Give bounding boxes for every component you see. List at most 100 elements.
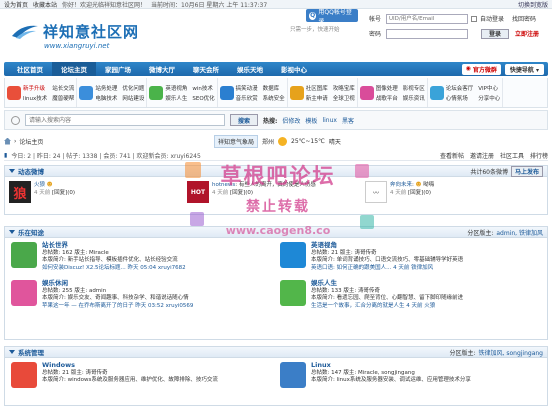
quick-nav-button[interactable]: 快捷导航 ▾ [504, 63, 544, 75]
search-button[interactable]: 搜索 [230, 114, 258, 126]
subnav-link[interactable]: 全球卫视 [333, 94, 355, 102]
post-weibo-button[interactable]: 马上发布 [510, 165, 543, 177]
avatar[interactable]: 狼 [9, 181, 31, 203]
nav-entertain[interactable]: 娱乐天地 [228, 62, 272, 76]
invite-link[interactable]: 邀请注册 [470, 151, 494, 160]
weibo-item[interactable]: 〰 奔向未来: ☻ 呦嗨 4 天前 [回复](0) [365, 181, 535, 203]
weibo-group-button[interactable]: ◉ 官方微群 [461, 63, 501, 75]
subnav-link[interactable]: 娱乐资讯 [403, 94, 425, 102]
forum-item[interactable]: 站长世界 总帖数: 162 版主: Miracle 本版简介: 新手站长指导、模板插… [11, 241, 272, 273]
weibo-author[interactable]: hotnews [212, 182, 235, 188]
subnav-link[interactable]: 心情氛场 [446, 94, 474, 102]
subnav-link[interactable]: 攻略宝库 [333, 84, 355, 92]
forum-name[interactable]: 站长世界 [42, 241, 186, 250]
reply-link[interactable]: [回复](0) [408, 190, 431, 196]
forum-name[interactable]: Windows [42, 361, 218, 370]
switch-wide-link[interactable]: 切换到宽版 [518, 0, 548, 9]
forum-name[interactable]: 娱乐休闲 [42, 279, 193, 288]
forum-icon[interactable] [11, 242, 37, 268]
nav-video[interactable]: 影视中心 [272, 62, 316, 76]
subnav-link[interactable]: 图像处理 [376, 84, 398, 92]
forum-name[interactable]: Linux [311, 361, 471, 370]
forum-icon[interactable] [11, 362, 37, 388]
home-icon[interactable] [4, 137, 11, 145]
subnav-link[interactable]: 新主申请 [306, 94, 328, 102]
moderators-link[interactable]: admin, 铁律加风 [496, 228, 543, 237]
reply-link[interactable]: [回复](0) [230, 190, 253, 196]
forum-latest-post[interactable]: 如何安装Discuz! X2.5论坛标题... 昨天 05:04 xruyi76… [42, 265, 186, 273]
weibo-item[interactable]: 狼 火狼 ☻ 4 天前 [回复](0) [9, 181, 179, 203]
subnav-link[interactable]: 电脑技术 [95, 94, 117, 102]
subnav-link[interactable]: 分享中心 [478, 94, 500, 102]
avatar[interactable]: 〰 [365, 181, 387, 203]
forum-name[interactable]: 英语视角 [311, 241, 463, 250]
subnav-link[interactable]: 音乐欣赏 [236, 94, 258, 102]
nav-square[interactable]: 家园广场 [96, 62, 140, 76]
hot-search-link[interactable]: 模板 [305, 116, 317, 125]
subnav-link[interactable]: SEO优化 [192, 94, 214, 102]
subnav-link[interactable]: 网站建设 [122, 94, 144, 102]
collapse-icon[interactable] [9, 230, 15, 234]
forum-icon[interactable] [11, 280, 37, 306]
forum-icon[interactable] [280, 280, 306, 306]
forum-item[interactable]: 娱乐休闲 总帖数: 255 版主: admin 本版简介: 娱乐交友、奇闻趣事、科技… [11, 279, 272, 311]
subnav-link[interactable]: 新手升级 [23, 84, 47, 92]
weibo-author[interactable]: 火狼 [34, 182, 45, 188]
forum-latest-post[interactable]: 英语口语: 如何正确的跟美国人... 4 天前 铁律加风 [311, 265, 463, 273]
new-posts-link[interactable]: 查看新帖 [440, 151, 464, 160]
subnav-link[interactable]: 搞笑动漫 [236, 84, 258, 92]
ranking-link[interactable]: 排行榜 [530, 151, 548, 160]
subnav-link[interactable]: 系统安全 [263, 94, 285, 102]
forum-name[interactable]: 娱乐人生 [311, 279, 463, 288]
avatar[interactable]: HOT [187, 181, 209, 203]
nav-chat[interactable]: 聊天会所 [184, 62, 228, 76]
breadcrumb-forum[interactable]: 论坛主页 [19, 137, 43, 146]
set-homepage-link[interactable]: 设为首页 [4, 0, 28, 9]
nav-forum[interactable]: 论坛主页 [52, 62, 96, 76]
forum-item[interactable]: 英语视角 总帖数: 21 版主: 涛哥传奇 本版简介: 单词背诵技巧、口语交流技巧、… [280, 241, 541, 273]
bookmark-link[interactable]: 收藏本站 [33, 0, 57, 9]
auto-login-checkbox[interactable] [471, 15, 477, 22]
weibo-item[interactable]: HOT hotnews: 有些人的离开，真的使是人伤感 4 天前 [回复](0) [187, 181, 357, 203]
forgot-password-link[interactable]: 找回密码 [512, 14, 536, 23]
password-input[interactable] [386, 28, 468, 39]
forum-item[interactable]: 娱乐人生 总帖数: 133 版主: 涛哥传奇 本版简介: 看遗忘园、爬至背位、心翻智… [280, 279, 541, 311]
nav-weibo[interactable]: 微博大厅 [140, 62, 184, 76]
subnav-link[interactable]: 英语视角 [165, 84, 187, 92]
forum-item[interactable]: Linux 总帖数: 147 版主: Miracle, songjingang 本版… [280, 361, 541, 388]
nav-home[interactable]: 社区首页 [8, 62, 52, 76]
subnav-link[interactable]: 站务处理 [95, 84, 117, 92]
moderators-link[interactable]: 铁律加风, songjingang [479, 348, 543, 357]
forum-icon[interactable] [280, 242, 306, 268]
subnav-link[interactable]: 优化问题 [122, 84, 144, 92]
login-button[interactable]: 登录 [481, 28, 509, 39]
subnav-link[interactable]: 站长交流 [52, 84, 74, 92]
subnav-link[interactable]: linux技术 [23, 94, 47, 102]
hot-search-link[interactable]: linux [322, 117, 337, 124]
subnav-link[interactable]: 战歌平台 [376, 94, 398, 102]
collapse-icon[interactable] [9, 350, 15, 354]
weibo-author[interactable]: 奔向未来 [390, 182, 412, 188]
subnav-link[interactable]: 社区图库 [306, 84, 328, 92]
subnav-link[interactable]: 魔兽硬帮 [52, 94, 74, 102]
forum-icon[interactable] [280, 362, 306, 388]
subnav-link[interactable]: 数据库 [263, 84, 285, 92]
subnav-link[interactable]: VIP中心 [478, 84, 500, 92]
subnav-link[interactable]: 影视专区 [403, 84, 425, 92]
forum-latest-post[interactable]: 苹果这一年 — 在乔布斯离开了的日子 昨天 03:52 xruyi0569 [42, 303, 193, 311]
subnav-link[interactable]: 论坛会客厅 [446, 84, 474, 92]
forum-item[interactable]: Windows 总帖数: 21 版主: 涛哥传奇 本版简介: windows系统及服… [11, 361, 272, 388]
register-link[interactable]: 立即注册 [515, 29, 539, 38]
subnav-link[interactable]: 娱乐人生 [165, 94, 187, 102]
hot-search-link[interactable]: 侣修改 [282, 116, 300, 125]
search-input[interactable] [25, 114, 225, 126]
tools-link[interactable]: 社区工具 [500, 151, 524, 160]
qq-login-button[interactable]: Q 用QQ帐号登录 [306, 9, 358, 25]
hot-search-link[interactable]: 黑客 [342, 116, 354, 125]
collapse-icon[interactable] [9, 169, 15, 173]
subnav-link[interactable]: win技术 [192, 84, 214, 92]
site-logo[interactable]: 祥知意社区网 www.xiangruyi.net [10, 21, 139, 50]
forum-latest-post[interactable]: 生活是一个故事，汇合分离的就是人生 4 天前 火狼 [311, 303, 463, 311]
reply-link[interactable]: [回复](0) [52, 190, 75, 196]
account-input[interactable] [386, 13, 468, 24]
